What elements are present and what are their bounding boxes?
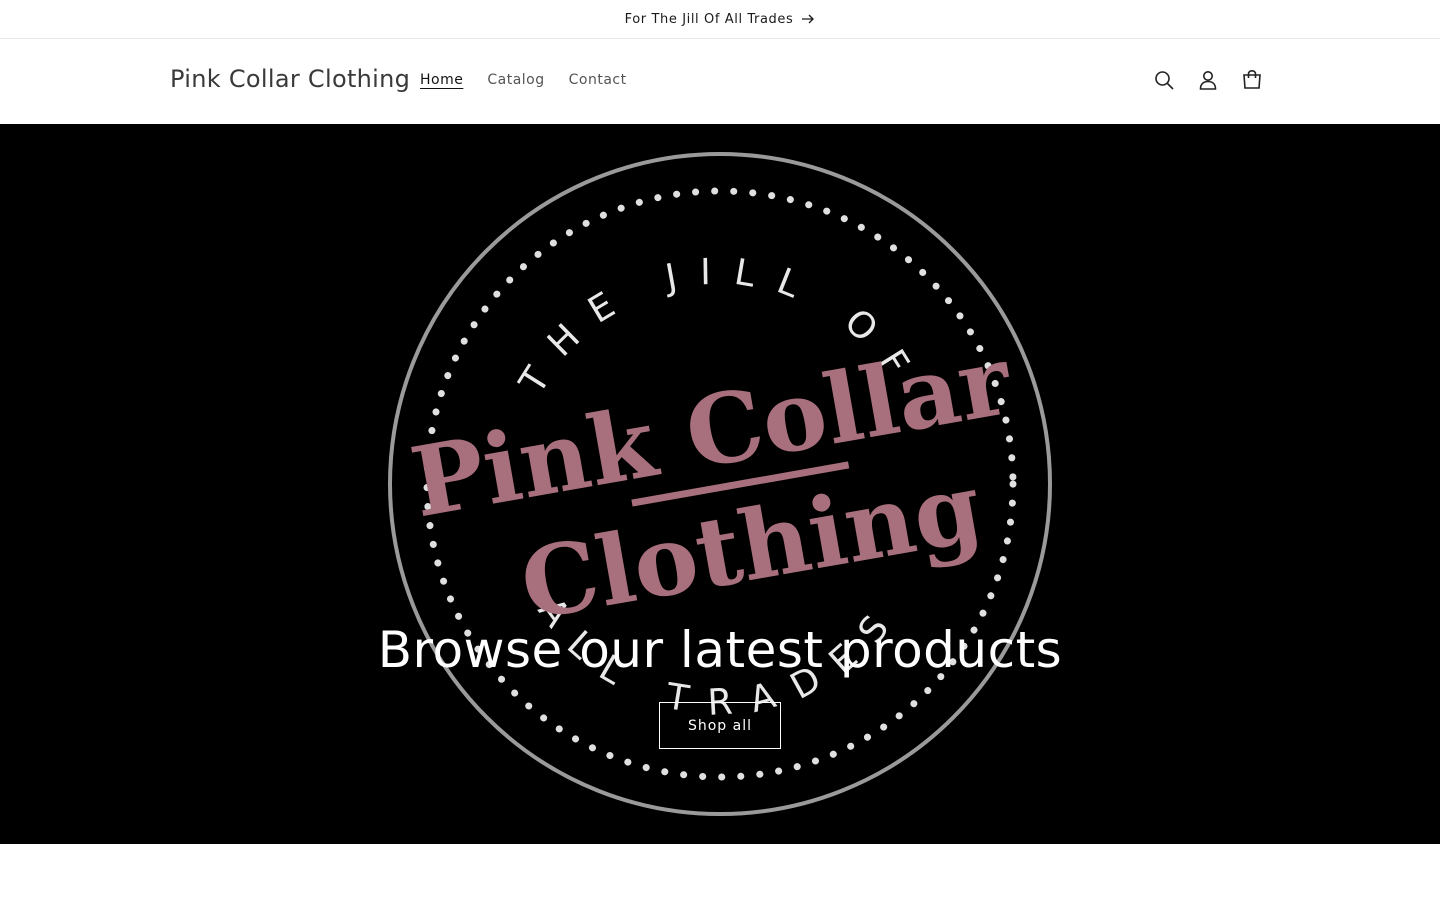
brand-logo-link[interactable]: Pink Collar Clothing	[170, 65, 410, 93]
hero-banner: THE JILL OF ALL TRADES Pink Collar Cloth…	[0, 124, 1440, 844]
header-icons	[1144, 60, 1272, 100]
hero-content: Browse our latest products Shop all	[0, 620, 1440, 749]
announcement-link[interactable]: For The Jill Of All Trades	[625, 12, 816, 27]
shop-all-button[interactable]: Shop all	[659, 702, 781, 749]
search-button[interactable]	[1144, 60, 1184, 100]
main-nav: Home Catalog Contact	[420, 72, 627, 88]
search-icon	[1155, 71, 1174, 90]
account-icon	[1199, 71, 1217, 90]
nav-home[interactable]: Home	[420, 72, 463, 88]
cart-icon	[1243, 69, 1261, 89]
site-header: Pink Collar Clothing Home Catalog Contac…	[0, 39, 1440, 124]
announcement-bar: For The Jill Of All Trades	[0, 0, 1440, 39]
nav-contact[interactable]: Contact	[569, 72, 627, 88]
account-button[interactable]	[1188, 60, 1228, 100]
hero-title: Browse our latest products	[377, 621, 1063, 679]
arrow-right-icon	[802, 14, 815, 24]
nav-catalog[interactable]: Catalog	[487, 72, 544, 88]
announcement-text: For The Jill Of All Trades	[624, 11, 794, 27]
cart-button[interactable]	[1232, 60, 1272, 100]
